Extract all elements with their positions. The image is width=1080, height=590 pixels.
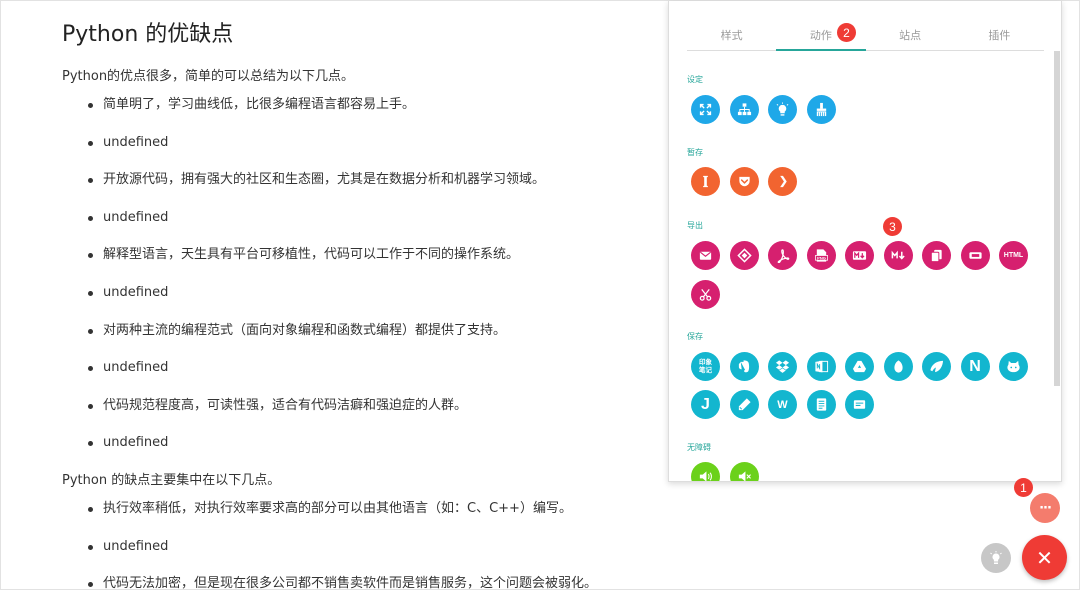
close-button[interactable]: ✕ [1022, 535, 1067, 580]
notion-icon[interactable]: N [960, 352, 990, 381]
pros-list: 简单明了，学习曲线低，比很多编程语言都容易上手。 undefined 开放源代码… [88, 96, 622, 452]
speaker-off-icon[interactable] [729, 462, 759, 481]
article: Python 的优缺点 Python的优点很多，简单的可以总结为以下几点。 简单… [62, 21, 622, 590]
panel-scrollbar[interactable] [1054, 51, 1060, 386]
section-label-stash: 暂存 [687, 148, 703, 157]
list-item: 代码规范程度高，可读性强，适合有代码洁癖和强迫症的人群。 [88, 397, 622, 415]
section-label-accessibility: 无障碍 [687, 443, 711, 452]
more-button[interactable]: ··· [1030, 493, 1060, 523]
section-label-export: 导出 [687, 221, 703, 230]
section-label-settings: 设定 [687, 75, 703, 84]
list-item: 代码无法加密，但是现在很多公司都不销售卖软件而是销售服务，这个问题会被弱化。 [88, 575, 622, 590]
png-label: PNG [817, 255, 826, 260]
tab-sites[interactable]: 站点 [866, 23, 955, 50]
article-title: Python 的优缺点 [62, 22, 234, 47]
list-item: undefined [88, 209, 622, 227]
settings-icons [691, 95, 836, 124]
instapaper-icon[interactable] [691, 167, 720, 196]
wiz-label: W [777, 398, 788, 411]
pencil-icon[interactable] [729, 390, 759, 419]
evernote-icon[interactable] [729, 352, 759, 381]
action-panel: 样式 动作 站点 插件 设定 暂存 导出 PNG HTML 保存 印象 笔记 N… [668, 1, 1062, 482]
dropbox-icon[interactable] [768, 352, 797, 381]
panel-tabs: 样式 动作 站点 插件 [687, 23, 1044, 51]
article-intro: Python的优点很多，简单的可以总结为以下几点。 [62, 69, 355, 84]
book-icon[interactable] [806, 390, 836, 419]
sitemap-icon[interactable] [729, 95, 759, 124]
scissors-icon[interactable] [691, 280, 720, 309]
list-item: undefined [88, 434, 622, 452]
github-cat-icon[interactable] [999, 352, 1028, 381]
section-label-save: 保存 [687, 332, 703, 341]
wiz-icon[interactable]: W [768, 390, 797, 419]
fullscreen-icon[interactable] [691, 95, 720, 124]
tab-step-badge: 2 [837, 23, 856, 42]
onenote-icon[interactable] [806, 352, 836, 381]
jianguo-label: J [701, 395, 710, 413]
yinxiang-icon[interactable]: 印象 笔记 [691, 352, 720, 381]
pdf-icon[interactable] [768, 241, 797, 270]
export-icons-row1: PNG HTML [691, 241, 1028, 270]
stash-icons [691, 167, 797, 196]
google-drive-icon[interactable] [845, 352, 874, 381]
html-label: HTML [1003, 252, 1024, 259]
card-icon[interactable] [845, 390, 874, 419]
html-icon[interactable]: HTML [999, 241, 1028, 270]
cons-intro: Python 的缺点主要集中在以下几点。 [62, 472, 281, 488]
list-item: 开放源代码，拥有强大的社区和生态圈，尤其是在数据分析和机器学习领域。 [88, 171, 622, 189]
notion-label: N [969, 357, 981, 375]
pocket-icon[interactable] [729, 167, 759, 196]
lightbulb-icon [990, 551, 1002, 564]
list-item: undefined [88, 134, 622, 152]
list-item: 对两种主流的编程范式（面向对象编程和函数式编程）都提供了支持。 [88, 322, 622, 340]
accessibility-icons [691, 462, 759, 481]
copy-icon[interactable] [922, 241, 951, 270]
speaker-on-icon[interactable] [691, 462, 720, 481]
close-icon: ✕ [1036, 545, 1053, 570]
wing-icon[interactable] [922, 352, 951, 381]
list-item: undefined [88, 538, 622, 556]
list-item: undefined [88, 359, 622, 377]
leaf-icon[interactable] [883, 352, 913, 381]
yinxiang-label: 印象 笔记 [699, 358, 712, 374]
cons-list: 执行效率稍低，对执行效率要求高的部分可以由其他语言（如：C、C++）编写。 un… [88, 500, 622, 590]
screenshot-icon[interactable] [960, 241, 990, 270]
list-item: undefined [88, 284, 622, 302]
list-item: 解释型语言，天生具有平台可移植性，代码可以工作于不同的操作系统。 [88, 246, 622, 264]
save-icons-row2: J W [691, 390, 874, 419]
list-item: 简单明了，学习曲线低，比很多编程语言都容易上手。 [88, 96, 622, 114]
list-item: 执行效率稍低，对执行效率要求高的部分可以由其他语言（如：C、C++）编写。 [88, 500, 622, 518]
more-icon: ··· [1039, 500, 1052, 516]
brush-icon[interactable] [806, 95, 836, 124]
fab-step-badge: 1 [1014, 478, 1033, 497]
tab-plugins[interactable]: 插件 [955, 23, 1044, 50]
tab-style[interactable]: 样式 [687, 23, 776, 50]
png-icon[interactable]: PNG [806, 241, 836, 270]
export-icons-row2 [691, 280, 720, 309]
epub-icon[interactable] [729, 241, 759, 270]
jianguo-icon[interactable]: J [691, 390, 720, 419]
save-icons-row1: 印象 笔记 N [691, 352, 1028, 381]
linnk-icon[interactable] [768, 167, 797, 196]
markdown-download-icon[interactable] [883, 241, 913, 270]
lightbulb-icon[interactable] [768, 95, 797, 124]
email-icon[interactable] [691, 241, 720, 270]
focus-mode-button[interactable] [981, 543, 1011, 573]
export-step-badge: 3 [883, 217, 902, 236]
markdown-icon[interactable] [845, 241, 874, 270]
